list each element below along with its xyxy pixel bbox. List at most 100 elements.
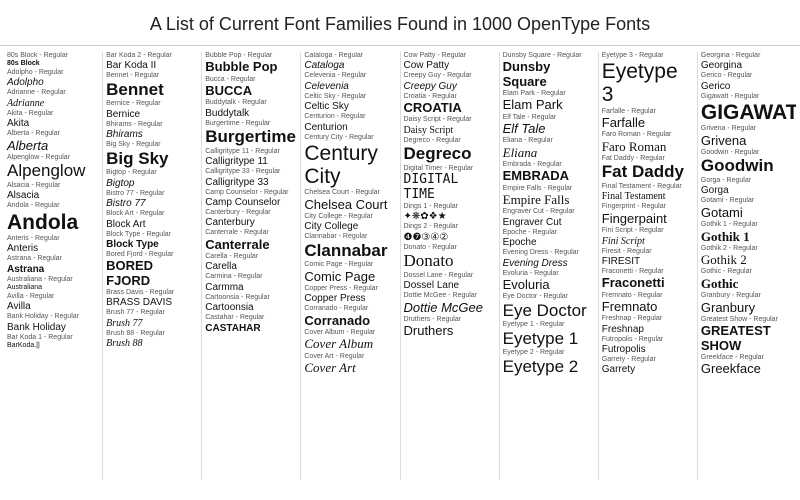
- page-title: A List of Current Font Families Found in…: [0, 0, 800, 46]
- font-entry: Bubble Pop - RegularBubble Pop: [205, 52, 297, 75]
- font-list-container: 80s Block - Regular80s BlockAdolpho - Re…: [0, 46, 800, 486]
- font-label: Celevenia - Regular: [304, 72, 396, 80]
- font-label: Gorga - Regular: [701, 177, 793, 185]
- font-entry: Corranado - RegularCorranado: [304, 305, 396, 328]
- font-entry: Celevenia - RegularCelevenia: [304, 72, 396, 91]
- font-entry: Donato - RegularDonato: [404, 244, 496, 271]
- font-display: Brush 77: [106, 318, 198, 329]
- font-entry: Bored Fjord - RegularBORED FJORD: [106, 251, 198, 288]
- font-display: Elam Park: [503, 98, 595, 112]
- font-display: Corranado: [304, 314, 396, 328]
- font-label: Brass Davis - Regular: [106, 289, 198, 297]
- font-display: Canterbury: [205, 217, 297, 228]
- font-display: Cow Patty: [404, 60, 496, 71]
- font-label: Epoche - Regular: [503, 229, 595, 237]
- font-display: Eyetype 1: [503, 330, 595, 349]
- font-display: ✦❋✿❖★: [404, 211, 496, 222]
- font-display: Calligritype 11: [205, 156, 297, 167]
- font-label: Centurion - Regular: [304, 113, 396, 121]
- font-display: Gothik 2: [701, 253, 793, 267]
- font-display: Celtic Sky: [304, 101, 396, 112]
- font-display: Cataloga: [304, 60, 396, 71]
- font-entry: Fat Daddy - RegularFat Daddy: [602, 155, 694, 182]
- font-entry: Farfalle - RegularFarfalle: [602, 108, 694, 131]
- font-label: Canterbury - Regular: [205, 209, 297, 217]
- font-entry: Garrety - RegularGarrety: [602, 356, 694, 375]
- font-entry: Greatest Show - RegularGREATEST SHOW: [701, 316, 793, 353]
- font-label: Gerico - Regular: [701, 72, 793, 80]
- font-entry: Final Testament - RegularFinal Testament: [602, 183, 694, 202]
- column-6: Dunsby Square - RegularDunsby SquareElam…: [500, 52, 599, 480]
- font-label: Dossel Lane - Regular: [404, 272, 496, 280]
- font-display: Comic Page: [304, 270, 396, 284]
- font-entry: Anteris - RegularAnteris: [7, 235, 99, 254]
- font-label: City College - Regular: [304, 213, 396, 221]
- font-label: Adolpho - Regular: [7, 69, 99, 77]
- font-display: Georgina: [701, 60, 793, 71]
- font-entry: Comic Page - RegularComic Page: [304, 261, 396, 284]
- font-display: Final Testament: [602, 191, 694, 202]
- font-entry: Eliana - RegularEliana: [503, 137, 595, 160]
- font-entry: Big Sky - RegularBig Sky: [106, 141, 198, 168]
- font-entry: Dings 1 - Regular✦❋✿❖★: [404, 203, 496, 222]
- font-label: Daisy Script - Regular: [404, 116, 496, 124]
- font-label: Futropolis - Regular: [602, 336, 694, 344]
- font-entry: Chelsea Court - RegularChelsea Court: [304, 189, 396, 212]
- font-display: Big Sky: [106, 150, 198, 169]
- font-display: Fat Daddy: [602, 163, 694, 182]
- font-label: Brush 77 - Regular: [106, 309, 198, 317]
- font-entry: Astrana - RegularAstrana: [7, 255, 99, 274]
- font-display: Druthers: [404, 324, 496, 338]
- font-display: Cover Art: [304, 361, 396, 375]
- font-entry: Fraconetti - RegularFraconetti: [602, 268, 694, 291]
- font-entry: Carmina - RegularCarmma: [205, 273, 297, 292]
- font-display: Evening Dress: [503, 258, 595, 269]
- font-display: Garrety: [602, 364, 694, 375]
- font-entry: Cataloga - RegularCataloga: [304, 52, 396, 71]
- font-entry: Grivena - RegularGrivena: [701, 125, 793, 148]
- font-label: Dings 2 - Regular: [404, 223, 496, 231]
- font-display: Futropolis: [602, 344, 694, 355]
- font-entry: Brush 88 - RegularBrush 88: [106, 330, 198, 349]
- font-entry: Creepy Guy - RegularCreepy Guy: [404, 72, 496, 91]
- font-label: Calligritype 33 - Regular: [205, 168, 297, 176]
- font-label: Astrana - Regular: [7, 255, 99, 263]
- font-entry: Bernice - RegularBernice: [106, 100, 198, 119]
- font-label: Bank Holiday - Regular: [7, 313, 99, 321]
- font-display: Bernice: [106, 109, 198, 120]
- font-entry: Elam Park - RegularElam Park: [503, 90, 595, 113]
- font-display: Fingerpaint: [602, 212, 694, 226]
- font-label: Brush 88 - Regular: [106, 330, 198, 338]
- font-label: Bhirams - Regular: [106, 121, 198, 129]
- font-display: Donato: [404, 252, 496, 271]
- font-entry: Bucca - RegularBUCCA: [205, 76, 297, 99]
- font-entry: Andola - RegularAndola: [7, 202, 99, 233]
- font-display: Cover Album: [304, 337, 396, 351]
- font-label: Block Type - Regular: [106, 231, 198, 239]
- font-entry: Bar Koda 1 - RegularBarKoda.||: [7, 334, 99, 350]
- font-entry: Calligritype 11 - RegularCalligritype 11: [205, 148, 297, 167]
- font-display: Greekface: [701, 362, 793, 376]
- font-display: Brush 88: [106, 338, 198, 349]
- font-display: Cartoonsia: [205, 302, 297, 313]
- font-display: Bennet: [106, 81, 198, 100]
- font-entry: Buddytalk - RegularBuddytalk: [205, 99, 297, 118]
- font-entry: Gigawatt - RegularGIGAWATT: [701, 93, 793, 124]
- font-label: Block Art - Regular: [106, 210, 198, 218]
- font-entry: 80s Block - Regular80s Block: [7, 52, 99, 68]
- font-display: CASTAHAR: [205, 323, 297, 334]
- font-display: Andola: [7, 211, 99, 234]
- column-3: Bubble Pop - RegularBubble PopBucca - Re…: [202, 52, 301, 480]
- font-entry: Australiana - RegularAustraliana: [7, 276, 99, 292]
- font-label: Engraver Cut - Regular: [503, 208, 595, 216]
- font-entry: Bennet - RegularBennet: [106, 72, 198, 99]
- font-entry: Eyetype 3 - RegularEyetype 3: [602, 52, 694, 107]
- font-entry: Celtic Sky - RegularCeltic Sky: [304, 93, 396, 112]
- font-entry: Evening Dress - RegularEvening Dress: [503, 249, 595, 268]
- font-label: Bistro 77 - Regular: [106, 190, 198, 198]
- font-label: Gigawatt - Regular: [701, 93, 793, 101]
- column-8: Georgina - RegularGeorginaGerico - Regul…: [698, 52, 796, 480]
- font-entry: Cartoonsia - RegularCartoonsia: [205, 294, 297, 313]
- font-entry: Dottie McGee - RegularDottie McGee: [404, 292, 496, 315]
- font-entry: Camp Counselor - RegularCamp Counselor: [205, 189, 297, 208]
